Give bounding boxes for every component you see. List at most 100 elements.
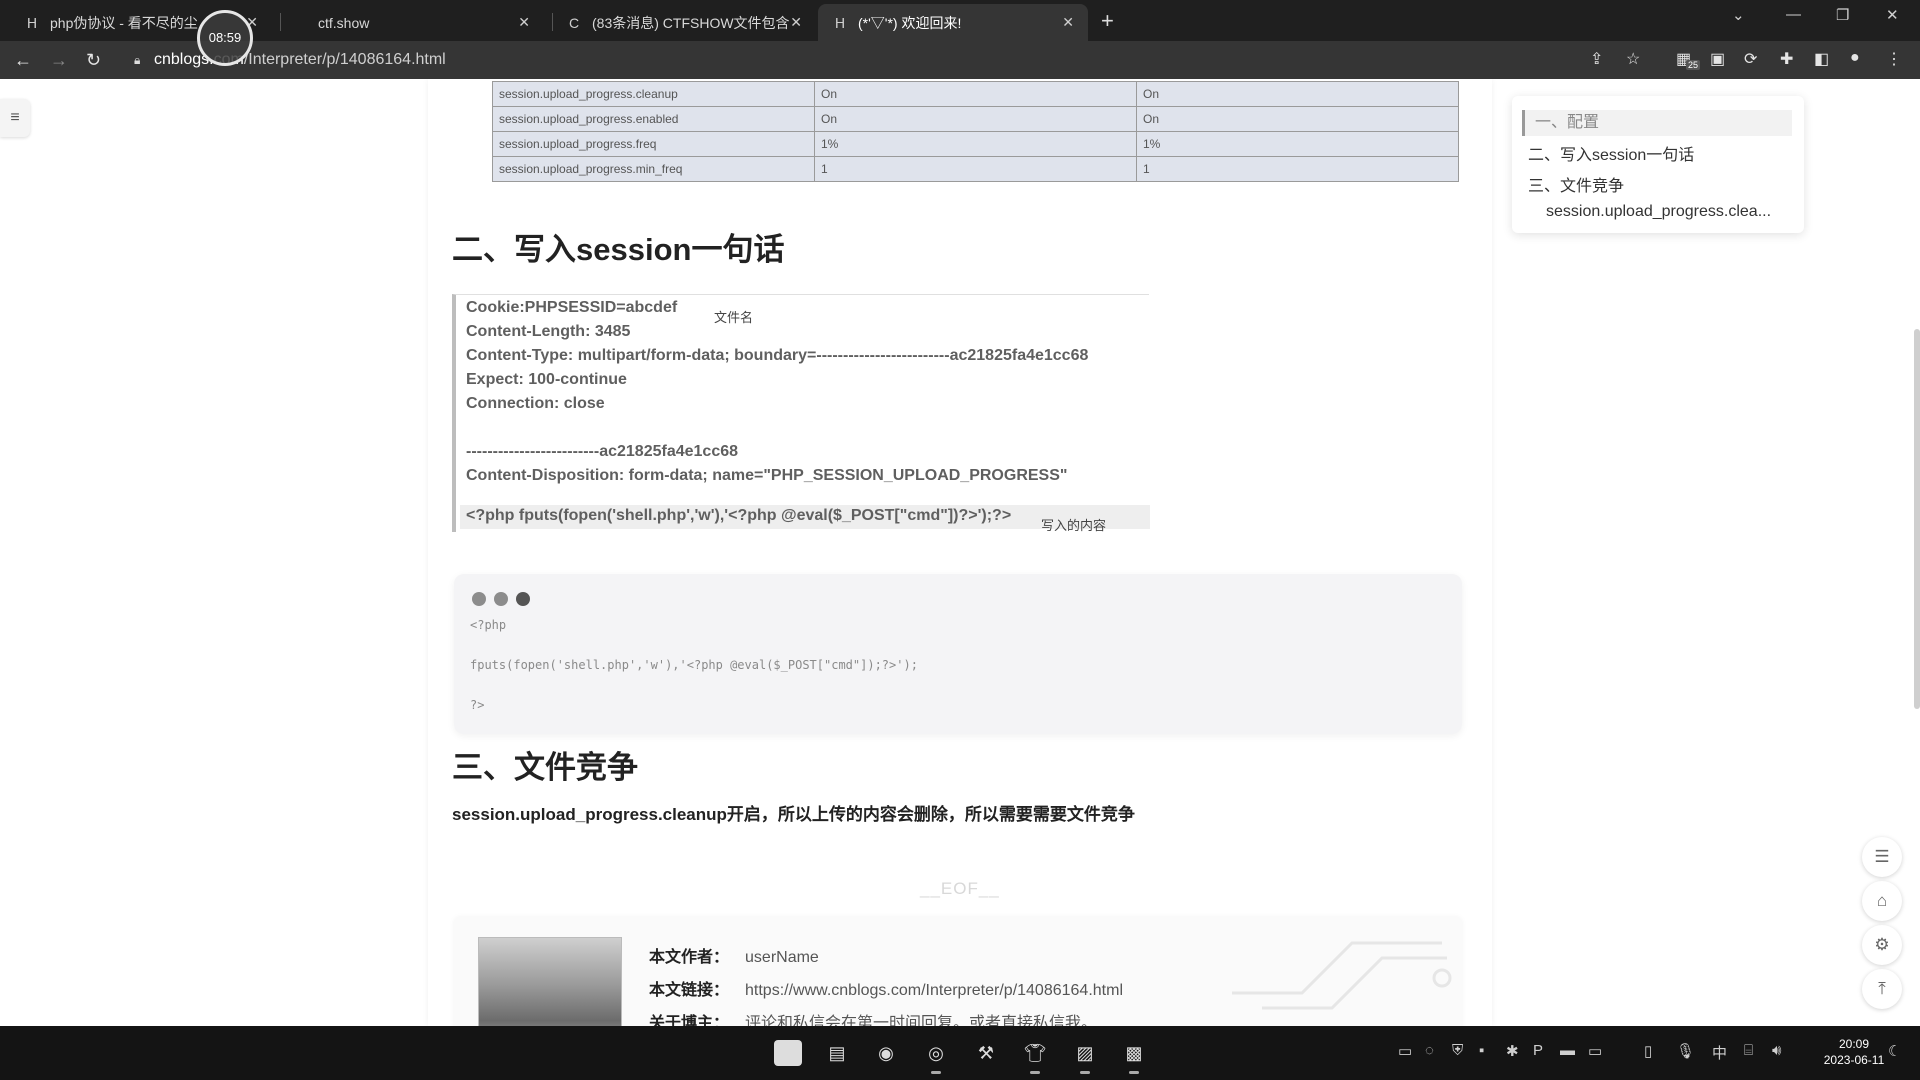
toc-item-file-race[interactable]: 三、文件竞争 (1528, 172, 1624, 196)
file-explorer-icon[interactable]: ▤ (823, 1040, 851, 1066)
toc-toggle-icon[interactable]: ☰ (1862, 837, 1902, 877)
author-row: 本文作者： userName (649, 943, 819, 967)
http-request-line: Cookie:PHPSESSID=abcdef (466, 299, 678, 316)
circuit-decoration-icon (1232, 941, 1452, 1010)
app-icon-tool[interactable]: ⚒ (972, 1040, 1000, 1066)
tray-gear-icon[interactable]: ✱ (1506, 1042, 1519, 1060)
tab-label: ctf.show (318, 14, 370, 31)
config-table-cell: On (1136, 106, 1459, 132)
tray-icon-monitor[interactable]: ▭ (1588, 1042, 1602, 1060)
close-icon[interactable]: ✕ (1062, 14, 1074, 31)
tray-icon-camera[interactable]: ◌ (1425, 1042, 1434, 1059)
http-request-screenshot: Cookie:PHPSESSID=abcdef Content-Length: 3… (452, 294, 1150, 533)
link-label: 本文链接： (649, 982, 730, 999)
config-table-cell: 1 (814, 156, 1137, 182)
back-icon[interactable]: ← (14, 50, 32, 71)
app-icon-screen[interactable]: ▩ (1120, 1040, 1148, 1074)
about-row: 关于博主： 评论和私信会在第一时间回复。或者直接私信我。 (649, 1009, 1097, 1026)
qr-icon[interactable]: ▣ (1710, 49, 1725, 69)
microphone-icon[interactable]: 🎙︎ (1676, 1042, 1695, 1060)
notification-icon[interactable]: ☾ (1888, 1042, 1901, 1060)
config-table-row: session.upload_progress.cleanup On On (492, 81, 1459, 107)
page-scrollbar[interactable] (1914, 329, 1920, 709)
tab-search-icon[interactable]: ⌄ (1732, 6, 1745, 24)
article-link[interactable]: https://www.cnblogs.com/Interpreter/p/14… (745, 982, 1123, 999)
forward-icon[interactable]: → (50, 50, 68, 71)
tray-icon-display[interactable]: ▬ (1560, 1042, 1575, 1059)
volume-icon[interactable]: 🔊︎ (1772, 1042, 1781, 1059)
menu-icon[interactable]: ⋮ (1886, 49, 1902, 69)
tab-csdn[interactable]: C (83条消息) CTFSHOW文件包含 ✕ (552, 4, 816, 41)
browser-tab-bar: ᕼ php伪协议 - 看不尽的尘 ✕ ctf.show ✕ C (83条消息) … (0, 0, 1920, 41)
cnblogs-icon: ᕼ (26, 14, 38, 31)
app-icon-image[interactable]: ▨ (1071, 1040, 1099, 1074)
code-line: <?php (470, 618, 507, 632)
tray-shield-icon[interactable]: ⛨ (1452, 1042, 1463, 1059)
network-icon[interactable]: ⌸ (1744, 1042, 1753, 1059)
sync-icon[interactable]: ⟳ (1744, 49, 1757, 69)
home-icon[interactable]: ⌂ (1862, 881, 1902, 921)
config-table-cell: session.upload_progress.cleanup (492, 81, 815, 107)
hamburger-icon[interactable]: ≡ (0, 99, 30, 137)
author-info-card: 本文作者： userName 本文链接： https://www.cnblogs.c… (454, 917, 1462, 1026)
ime-indicator[interactable]: 中 (1712, 1042, 1727, 1063)
http-request-line: -------------------------ac21825fa4e1cc6… (466, 443, 739, 460)
code-line: ?> (470, 698, 485, 712)
http-request-line: Content-Length: 3485 (466, 323, 631, 340)
config-table-cell: 1% (1136, 131, 1459, 157)
tray-icon-1[interactable]: ▭ (1398, 1042, 1412, 1060)
recording-timer: 08:59 (197, 10, 253, 66)
cnblogs-icon: ᕼ (834, 14, 846, 31)
config-table: session.upload_progress.cleanup On On sessi… (492, 81, 1459, 182)
http-request-line: Content-Disposition: form-data; name="PH… (466, 467, 1068, 484)
config-table-row: session.upload_progress.freq 1% 1% (492, 131, 1459, 157)
close-icon[interactable]: ✕ (518, 14, 530, 31)
config-table-cell: On (814, 81, 1137, 107)
app-icon-shirt[interactable]: 👕︎ (1021, 1040, 1049, 1074)
http-request-line: Content-Type: multipart/form-data; bound… (466, 347, 1089, 364)
restore-icon[interactable]: ❐ (1836, 6, 1849, 24)
chrome-browser-icon[interactable]: ◎ (922, 1040, 950, 1074)
address-bar[interactable]: 🔒︎ cnblogs.com/Interpreter/p/14086164.ht… (124, 46, 1654, 74)
app-icon-explorer-preview[interactable] (774, 1040, 802, 1066)
extension-badge: 25 (1686, 60, 1701, 70)
profile-icon[interactable]: ● (1850, 49, 1860, 67)
toc-item-write-session[interactable]: 二、写入session一句话 (1528, 141, 1694, 165)
author-label: 本文作者： (649, 949, 730, 966)
blog-page: ≡ session.upload_progress.cleanup On On ses… (0, 79, 1920, 1026)
edge-browser-icon[interactable]: ◉ (872, 1040, 900, 1066)
clock-time: 20:09 (1838, 1037, 1870, 1051)
puzzle-icon[interactable]: ✚ (1780, 49, 1793, 69)
section-3-heading: 三、文件竞争 (452, 750, 638, 785)
back-to-top-icon[interactable]: ⤒ (1862, 969, 1902, 1009)
tray-icon-p[interactable]: P (1533, 1042, 1543, 1059)
sidebar-icon[interactable]: ◧ (1814, 49, 1829, 69)
minimize-icon[interactable]: — (1786, 6, 1801, 23)
config-table-cell: 1 (1136, 156, 1459, 182)
author-value: userName (745, 949, 819, 966)
battery-icon[interactable]: ▯ (1644, 1042, 1652, 1060)
clock-date: 2023-06-11 (1823, 1053, 1885, 1067)
tab-label: (83条消息) CTFSHOW文件包含 (592, 14, 790, 31)
author-thumbnail-image (478, 937, 622, 1026)
config-table-cell: session.upload_progress.min_freq (492, 156, 815, 182)
toc-item-cleanup[interactable]: session.upload_progress.clea... (1546, 203, 1771, 221)
tray-icon-app[interactable]: ▪ (1479, 1042, 1484, 1059)
settings-gear-icon[interactable]: ⚙ (1862, 925, 1902, 965)
toc-item-config[interactable]: 一、配置 (1522, 110, 1792, 136)
tab-separator (280, 13, 281, 31)
share-icon[interactable]: ⇪ (1590, 49, 1603, 69)
code-line: fputs(fopen('shell.php','w'),'<?php @eva… (470, 658, 918, 672)
tab-welcome-back[interactable]: ᕼ (*'▽'*) 欢迎回来! ✕ (818, 4, 1088, 41)
about-label: 关于博主： (649, 1015, 730, 1026)
reload-icon[interactable]: ↻ (86, 50, 101, 71)
tab-ctfshow[interactable]: ctf.show ✕ (304, 4, 544, 41)
about-value: 评论和私信会在第一时间回复。或者直接私信我。 (745, 1015, 1098, 1026)
close-icon[interactable]: ✕ (790, 14, 802, 31)
bookmark-star-icon[interactable]: ☆ (1626, 49, 1640, 69)
config-table-cell: On (814, 106, 1137, 132)
new-tab-button[interactable]: + (1101, 8, 1114, 34)
close-window-icon[interactable]: ✕ (1886, 6, 1899, 24)
system-clock[interactable]: 20:09 2023-06-11 (1820, 1036, 1888, 1068)
lock-icon: 🔒︎ (134, 53, 141, 67)
